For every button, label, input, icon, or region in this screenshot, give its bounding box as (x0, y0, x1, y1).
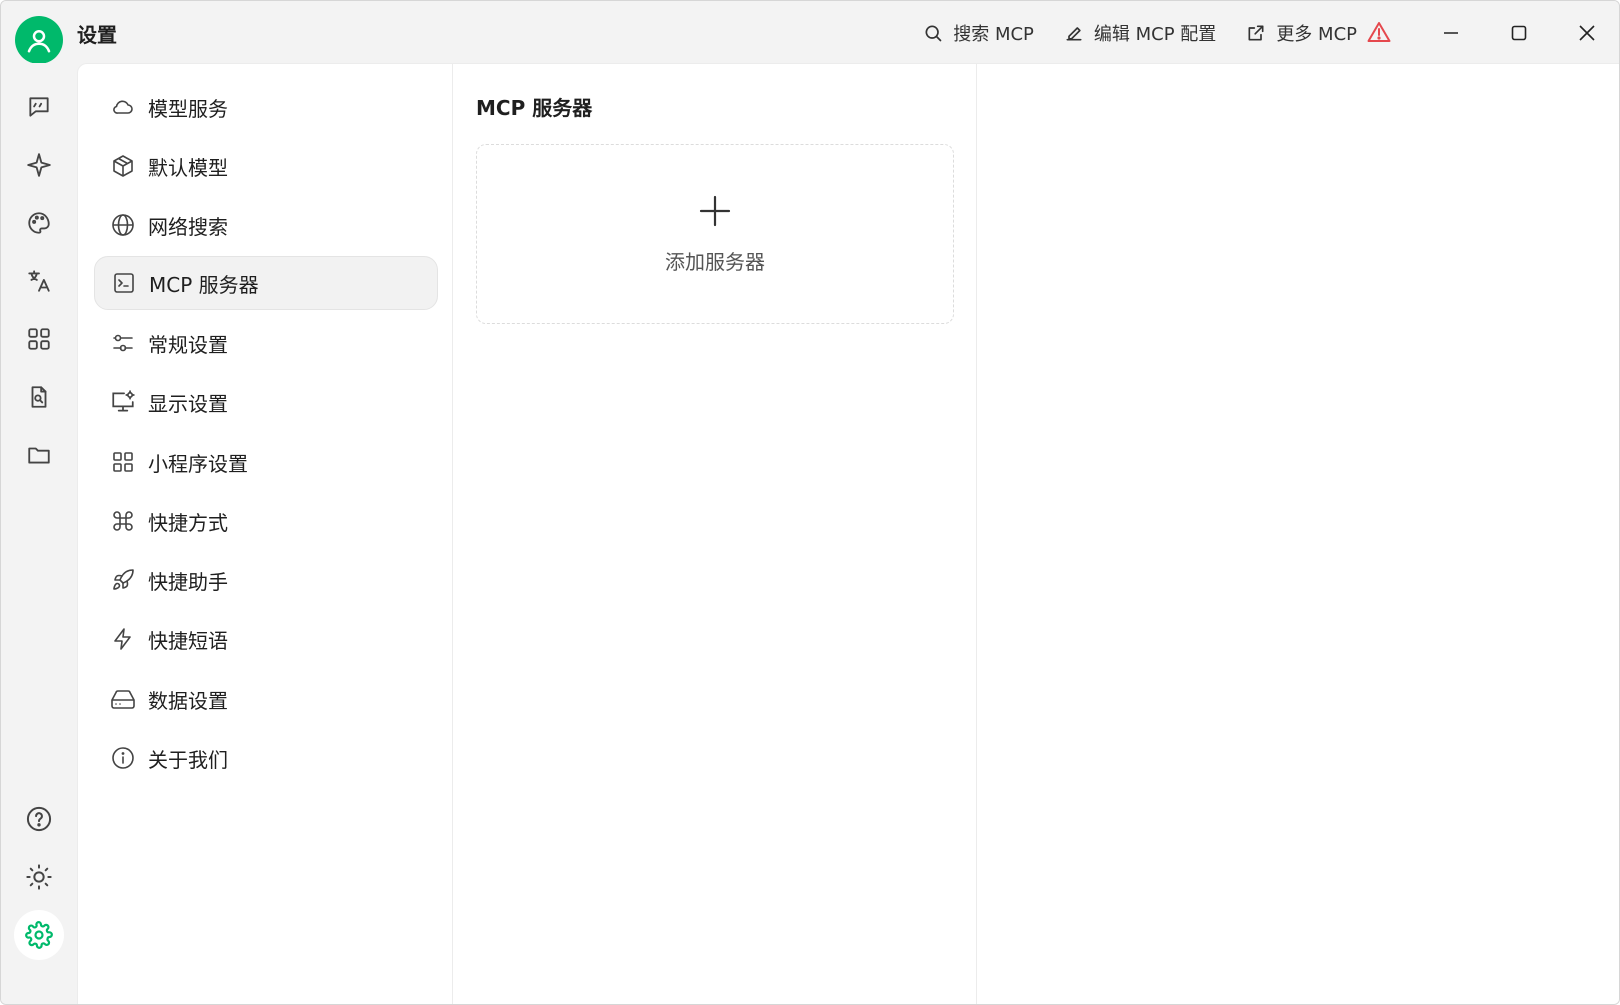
sparkle-icon (27, 153, 51, 177)
app-window: 设置 搜索 MCP 编辑 MCP 配置 更多 MCP 模型服务 默认模型 网络搜… (0, 0, 1620, 1005)
edit-icon (1066, 27, 1082, 41)
translate-icon (28, 270, 50, 292)
cube-icon (110, 153, 136, 179)
menu-item-label: 快捷方式 (148, 510, 228, 535)
hard-drive-icon (110, 686, 136, 712)
rail-settings-button[interactable] (14, 910, 64, 960)
title-bar: 设置 搜索 MCP 编辑 MCP 配置 更多 MCP (1, 1, 1619, 64)
warning-icon (1367, 22, 1391, 42)
app-title: 设置 (77, 23, 117, 47)
rail-files-button[interactable] (19, 377, 59, 417)
menu-item-label: 小程序设置 (148, 451, 248, 476)
cloud-icon (110, 94, 136, 120)
add-server-card[interactable]: 添加服务器 (476, 144, 954, 324)
minimize-button[interactable] (1429, 15, 1473, 51)
rail-theme-button[interactable] (19, 857, 59, 897)
server-detail-panel (977, 63, 1619, 1004)
rail-chat-button[interactable] (19, 87, 59, 127)
menu-item-quick-assistant[interactable]: 快捷助手 (94, 553, 438, 607)
folder-icon (28, 447, 50, 464)
add-server-label: 添加服务器 (665, 249, 765, 274)
menu-item-label: 快捷短语 (148, 628, 228, 653)
menu-item-label: 常规设置 (148, 332, 228, 357)
menu-item-label: 显示设置 (148, 391, 228, 416)
rail-apps-button[interactable] (19, 319, 59, 359)
mcp-servers-panel: MCP 服务器 添加服务器 (453, 63, 977, 1004)
maximize-icon (1511, 25, 1527, 41)
rail-translate-button[interactable] (19, 261, 59, 301)
menu-item-general-settings[interactable]: 常规设置 (94, 316, 438, 370)
file-search-icon (31, 386, 47, 408)
info-icon (110, 745, 136, 771)
more-mcp-button[interactable]: 更多 MCP (1246, 20, 1357, 46)
menu-item-label: 网络搜索 (148, 214, 228, 239)
menu-item-web-search[interactable]: 网络搜索 (94, 198, 438, 252)
close-button[interactable] (1565, 15, 1609, 51)
icon-rail (1, 63, 77, 1004)
rocket-icon (110, 567, 136, 593)
settings-menu: 模型服务 默认模型 网络搜索 MCP 服务器 常规设置 显示设置 小程序设置 快… (77, 63, 453, 1004)
apps-grid-icon (28, 328, 50, 350)
menu-item-label: 模型服务 (148, 96, 228, 121)
globe-icon (110, 212, 136, 238)
menu-item-miniapp-settings[interactable]: 小程序设置 (94, 435, 438, 489)
zap-icon (110, 626, 136, 652)
grid-icon (110, 449, 136, 475)
user-avatar[interactable] (15, 16, 63, 64)
palette-icon (28, 212, 50, 234)
rail-assistant-button[interactable] (19, 145, 59, 185)
menu-item-default-model[interactable]: 默认模型 (94, 139, 438, 193)
menu-item-label: MCP 服务器 (149, 272, 259, 297)
plus-icon (699, 195, 731, 226)
search-mcp-button[interactable]: 搜索 MCP (923, 20, 1034, 46)
minimize-icon (1444, 32, 1458, 34)
settings-gear-icon (25, 921, 53, 949)
chat-icon (29, 97, 49, 117)
toolbar-actions: 搜索 MCP 编辑 MCP 配置 更多 MCP (893, 15, 1357, 51)
search-icon (925, 25, 942, 42)
rail-paint-button[interactable] (19, 203, 59, 243)
edit-mcp-config-label: 编辑 MCP 配置 (1093, 24, 1217, 45)
edit-mcp-config-button[interactable]: 编辑 MCP 配置 (1064, 20, 1216, 46)
menu-item-about-us[interactable]: 关于我们 (94, 731, 438, 785)
theme-sun-icon (26, 864, 52, 890)
menu-item-label: 关于我们 (148, 747, 228, 772)
menu-item-label: 数据设置 (148, 688, 228, 713)
menu-item-quick-phrases[interactable]: 快捷短语 (94, 612, 438, 666)
menu-item-shortcuts[interactable]: 快捷方式 (94, 494, 438, 548)
close-icon (1579, 25, 1595, 41)
menu-item-display-settings[interactable]: 显示设置 (94, 375, 438, 429)
user-icon (27, 30, 51, 53)
external-link-icon (1248, 25, 1264, 41)
search-mcp-label: 搜索 MCP (953, 24, 1034, 45)
terminal-icon (111, 270, 137, 296)
command-icon (110, 508, 136, 534)
sliders-icon (110, 330, 136, 356)
menu-item-label: 默认模型 (148, 155, 228, 180)
menu-item-data-settings[interactable]: 数据设置 (94, 672, 438, 726)
help-icon (26, 806, 52, 832)
maximize-button[interactable] (1497, 15, 1541, 51)
more-mcp-label: 更多 MCP (1276, 24, 1357, 45)
warning-button[interactable] (1367, 21, 1391, 47)
menu-item-model-service[interactable]: 模型服务 (94, 80, 438, 134)
monitor-settings-icon (110, 389, 136, 415)
menu-item-label: 快捷助手 (148, 569, 228, 594)
rail-help-button[interactable] (19, 799, 59, 839)
rail-folder-button[interactable] (19, 435, 59, 475)
menu-item-mcp-servers[interactable]: MCP 服务器 (94, 256, 438, 310)
mcp-panel-title: MCP 服务器 (476, 96, 593, 120)
